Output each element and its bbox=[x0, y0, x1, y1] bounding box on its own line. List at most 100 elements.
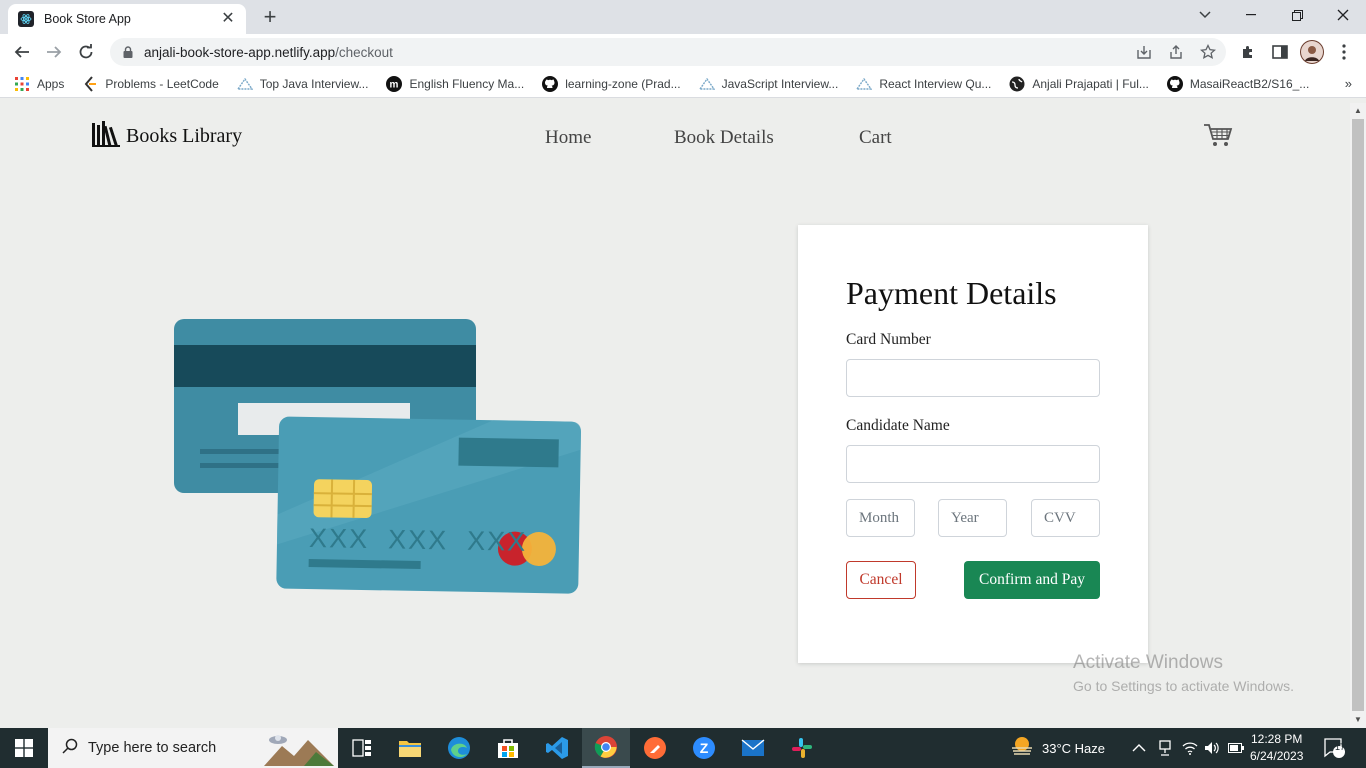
scroll-down-icon[interactable]: ▼ bbox=[1354, 715, 1362, 724]
payment-form-panel: Payment Details Card Number Candidate Na… bbox=[798, 225, 1148, 663]
react-icon bbox=[18, 11, 34, 27]
card-number-illustration-text: XXX XXX XXX bbox=[309, 523, 528, 557]
bookmark-java-interview[interactable]: Top Java Interview... bbox=[236, 76, 368, 92]
scrollbar-thumb[interactable] bbox=[1352, 119, 1364, 711]
cancel-button[interactable]: Cancel bbox=[846, 561, 916, 599]
windows-taskbar: Type here to search Z 33°C Haze 12:28 PM… bbox=[0, 728, 1366, 768]
bookmark-site-icon bbox=[856, 76, 873, 92]
taskbar-clock[interactable]: 12:28 PM 6/24/2023 bbox=[1250, 731, 1303, 765]
year-input[interactable] bbox=[938, 499, 1007, 537]
globe-icon bbox=[1009, 76, 1025, 92]
github-icon bbox=[542, 75, 559, 92]
edge-browser-icon[interactable] bbox=[435, 728, 483, 768]
nav-cart-link[interactable]: Cart bbox=[859, 127, 892, 149]
taskbar-search-box[interactable]: Type here to search bbox=[48, 728, 338, 768]
forward-arrow-icon[interactable] bbox=[42, 40, 66, 64]
haze-weather-icon bbox=[1010, 736, 1034, 761]
side-panel-icon[interactable] bbox=[1268, 40, 1292, 64]
leetcode-icon bbox=[82, 75, 98, 92]
battery-icon[interactable] bbox=[1228, 728, 1244, 768]
bookmark-site-icon bbox=[698, 76, 715, 92]
weather-text: 33°C Haze bbox=[1042, 740, 1106, 756]
device-icon[interactable] bbox=[1158, 728, 1172, 768]
windows-start-icon[interactable] bbox=[0, 728, 48, 768]
github-icon bbox=[1166, 75, 1183, 92]
chrome-icon[interactable] bbox=[582, 728, 630, 768]
bookmark-javascript-interview[interactable]: JavaScript Interview... bbox=[698, 76, 838, 92]
svg-text:Z: Z bbox=[700, 740, 709, 756]
extensions-puzzle-icon[interactable] bbox=[1236, 40, 1260, 64]
bookmark-english-fluency[interactable]: m English Fluency Ma... bbox=[386, 75, 524, 92]
credit-card-illustration: XXX XXX XXX bbox=[172, 317, 582, 602]
new-tab-button[interactable]: + bbox=[258, 6, 282, 30]
profile-avatar[interactable] bbox=[1300, 40, 1324, 64]
candidate-name-label: Candidate Name bbox=[846, 417, 950, 434]
clock-date: 6/24/2023 bbox=[1250, 749, 1304, 763]
checkout-page: Books Library Home Book Details Cart XXX… bbox=[0, 103, 1350, 728]
tab-search-chevron-icon[interactable] bbox=[1182, 0, 1228, 30]
browser-tab-bar: Book Store App ✕ + bbox=[0, 0, 1366, 34]
show-hidden-icons-icon[interactable] bbox=[1132, 728, 1146, 768]
vscode-icon[interactable] bbox=[533, 728, 581, 768]
activate-windows-watermark: Activate Windows Go to Settings to activ… bbox=[1073, 652, 1294, 694]
cvv-input[interactable] bbox=[1031, 499, 1100, 537]
search-placeholder: Type here to search bbox=[88, 740, 217, 756]
bookmark-leetcode[interactable]: Problems - LeetCode bbox=[82, 75, 219, 92]
svg-text:m: m bbox=[390, 79, 399, 90]
bookmarks-overflow-icon[interactable]: » bbox=[1345, 76, 1352, 91]
mail-icon[interactable] bbox=[729, 728, 777, 768]
card-number-input[interactable] bbox=[846, 359, 1100, 397]
file-explorer-icon[interactable] bbox=[386, 728, 434, 768]
share-icon[interactable] bbox=[1166, 42, 1186, 62]
close-tab-icon[interactable]: ✕ bbox=[220, 11, 236, 27]
month-input[interactable] bbox=[846, 499, 915, 537]
notification-count: 17 bbox=[1334, 742, 1345, 752]
install-app-icon[interactable] bbox=[1134, 42, 1154, 62]
zoom-icon[interactable]: Z bbox=[680, 728, 728, 768]
nav-home-link[interactable]: Home bbox=[545, 127, 591, 149]
bookmark-learning-zone[interactable]: learning-zone (Prad... bbox=[542, 75, 681, 92]
search-highlight-illustration-icon bbox=[264, 732, 334, 768]
site-brand[interactable]: Books Library bbox=[92, 121, 242, 152]
back-arrow-icon[interactable] bbox=[10, 40, 34, 64]
task-view-icon[interactable] bbox=[338, 728, 386, 768]
wifi-icon[interactable] bbox=[1182, 728, 1198, 768]
weather-widget[interactable]: 33°C Haze bbox=[1010, 728, 1105, 768]
books-shelf-icon bbox=[92, 121, 120, 152]
brand-name: Books Library bbox=[126, 125, 243, 147]
volume-icon[interactable] bbox=[1204, 728, 1220, 768]
bookmark-site-icon bbox=[236, 76, 253, 92]
microsoft-store-icon[interactable] bbox=[484, 728, 532, 768]
slack-icon[interactable] bbox=[778, 728, 826, 768]
browser-menu-icon[interactable] bbox=[1332, 40, 1356, 64]
clock-time: 12:28 PM bbox=[1251, 732, 1303, 746]
card-number-label: Card Number bbox=[846, 331, 931, 348]
notifications-icon[interactable]: 17 bbox=[1324, 728, 1346, 768]
browser-tab[interactable]: Book Store App ✕ bbox=[8, 4, 246, 34]
page-scrollbar[interactable]: ▲ ▼ bbox=[1350, 103, 1366, 728]
bookmark-anjali-portfolio[interactable]: Anjali Prajapati | Ful... bbox=[1009, 76, 1149, 92]
bookmark-react-interview[interactable]: React Interview Qu... bbox=[856, 76, 991, 92]
postman-icon[interactable] bbox=[631, 728, 679, 768]
medium-icon: m bbox=[386, 75, 403, 92]
nav-book-details-link[interactable]: Book Details bbox=[674, 127, 774, 149]
confirm-and-pay-button[interactable]: Confirm and Pay bbox=[964, 561, 1100, 599]
bookmarks-bar: Apps Problems - LeetCode Top Java Interv… bbox=[0, 70, 1366, 98]
candidate-name-input[interactable] bbox=[846, 445, 1100, 483]
browser-toolbar: anjali-book-store-app.netlify.app/checko… bbox=[0, 34, 1366, 70]
close-window-icon[interactable] bbox=[1320, 0, 1366, 30]
bookmark-masai-react[interactable]: MasaiReactB2/S16_... bbox=[1166, 75, 1309, 92]
restore-icon[interactable] bbox=[1274, 0, 1320, 30]
payment-title: Payment Details bbox=[846, 275, 1057, 311]
apps-grid-icon bbox=[14, 76, 30, 92]
bookmark-star-icon[interactable] bbox=[1198, 42, 1218, 62]
minimize-icon[interactable] bbox=[1228, 0, 1274, 30]
url-text[interactable]: anjali-book-store-app.netlify.app/checko… bbox=[144, 45, 393, 60]
reload-icon[interactable] bbox=[74, 40, 98, 64]
bookmark-apps[interactable]: Apps bbox=[14, 76, 64, 92]
address-bar[interactable]: anjali-book-store-app.netlify.app/checko… bbox=[110, 38, 1226, 66]
search-icon bbox=[62, 738, 78, 759]
lock-icon[interactable] bbox=[120, 44, 136, 60]
scroll-up-icon[interactable]: ▲ bbox=[1354, 106, 1362, 115]
shopping-cart-icon[interactable] bbox=[1203, 123, 1233, 154]
